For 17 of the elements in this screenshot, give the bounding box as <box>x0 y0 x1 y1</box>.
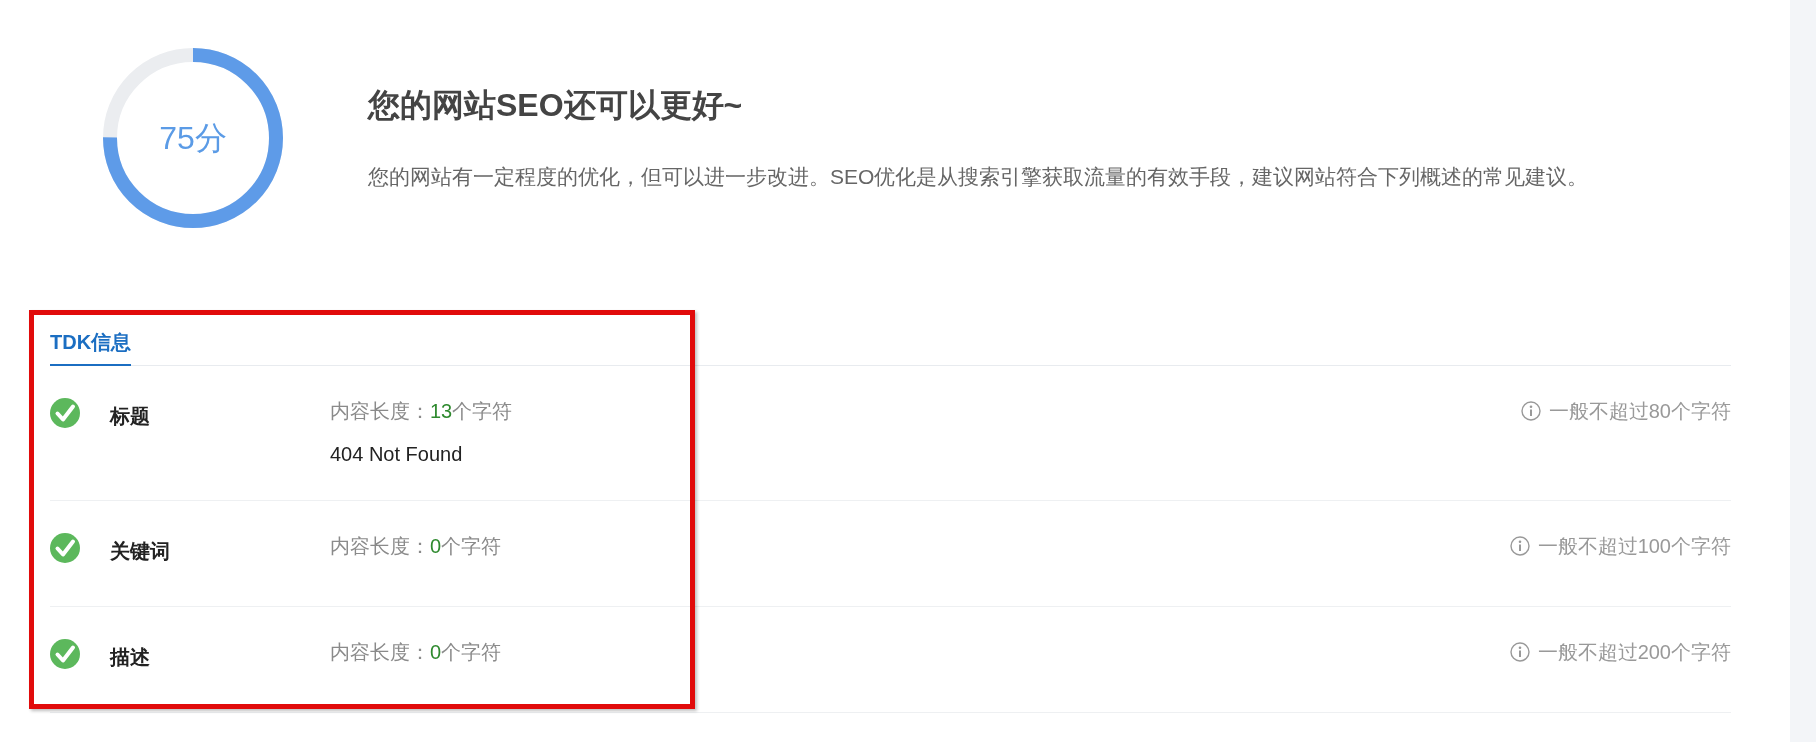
content-length: 内容长度：0个字符 <box>330 640 502 665</box>
info-icon <box>1520 401 1541 421</box>
score-label: 75分 <box>159 119 227 158</box>
content-length: 内容长度：0个字符 <box>330 534 502 559</box>
field-name: 标题 <box>110 404 150 429</box>
section-tab[interactable]: TDK信息 <box>50 329 132 366</box>
summary-title: 您的网站SEO还可以更好~ <box>368 86 743 125</box>
length-hint: 一般不超过100个字符 <box>1537 534 1731 559</box>
summary-description: 您的网站有一定程度的优化，但可以进一步改进。SEO优化是从搜索引擎获取流量的有效手段，建议网站符合下列概述的常见建议。 <box>368 164 1589 190</box>
content-length: 内容长度：13个字符 <box>330 399 513 424</box>
content-value: 404 Not Found <box>330 442 463 467</box>
field-name: 关键词 <box>110 539 170 564</box>
length-hint: 一般不超过200个字符 <box>1537 640 1731 665</box>
info-icon <box>1509 536 1530 556</box>
length-hint: 一般不超过80个字符 <box>1548 399 1731 424</box>
info-icon <box>1509 642 1530 662</box>
field-name: 描述 <box>110 645 150 670</box>
